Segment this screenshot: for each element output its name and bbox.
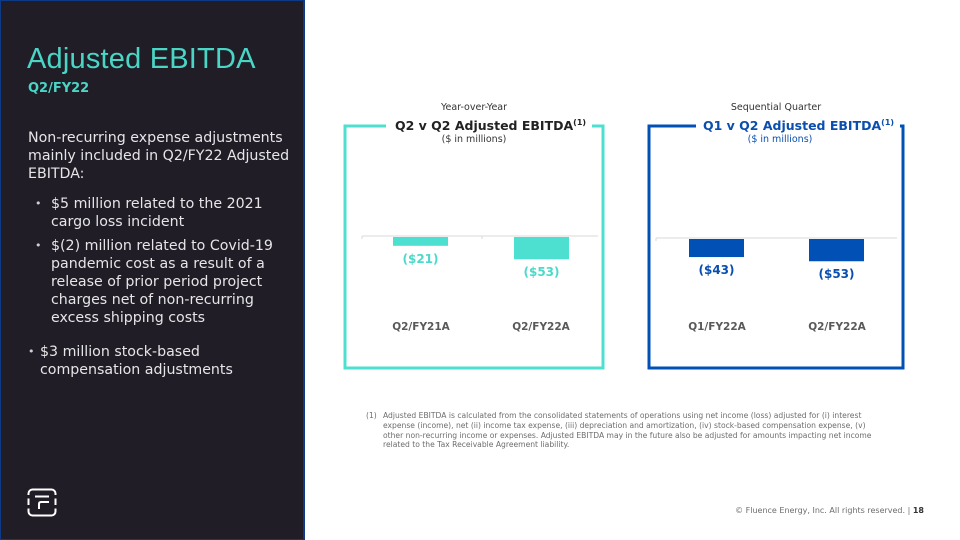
bar-value-label: ($21): [402, 251, 439, 266]
chart-title-sequential: Q1 v Q2 Adjusted EBITDA(1): [697, 117, 901, 133]
copyright-text: © Fluence Energy, Inc. All rights reserv…: [735, 506, 906, 515]
chart-caption-yoy: Year-over-Year: [440, 102, 508, 113]
footnote-ref: (1): [573, 117, 587, 127]
category-label: Q2/FY22A: [512, 321, 570, 333]
category-label: Q2/FY22A: [808, 321, 866, 333]
footnote-text: Adjusted EBITDA is calculated from the c…: [383, 411, 872, 450]
bar-q2-fy22a: [809, 239, 864, 262]
bar-value-label: ($53): [818, 267, 855, 282]
bar-value-label: ($43): [698, 263, 735, 278]
chart-title-text: Q1 v Q2 Adjusted EBITDA: [703, 118, 882, 133]
category-label: Q1/FY22A: [688, 321, 746, 333]
copyright-footer: © Fluence Energy, Inc. All rights reserv…: [735, 506, 924, 515]
bar-value-label: ($53): [523, 265, 560, 280]
chart-title-text: Q2 v Q2 Adjusted EBITDA: [395, 118, 574, 133]
chart-units-yoy: ($ in millions): [441, 134, 507, 145]
page-number: 18: [912, 506, 924, 515]
bar-q2-fy21a: [393, 237, 448, 246]
bar-q1-fy22a: [689, 239, 744, 258]
chart-units-sequential: ($ in millions): [747, 134, 813, 145]
footnote-number: (1): [366, 411, 377, 420]
bar-q2-fy22a: [514, 237, 569, 260]
chart-caption-sequential: Sequential Quarter: [730, 102, 822, 113]
category-label: Q2/FY21A: [392, 321, 450, 333]
footnote-ref: (1): [881, 117, 895, 127]
page-separator: |: [907, 506, 911, 515]
chart-title-yoy: Q2 v Q2 Adjusted EBITDA(1): [389, 117, 593, 133]
